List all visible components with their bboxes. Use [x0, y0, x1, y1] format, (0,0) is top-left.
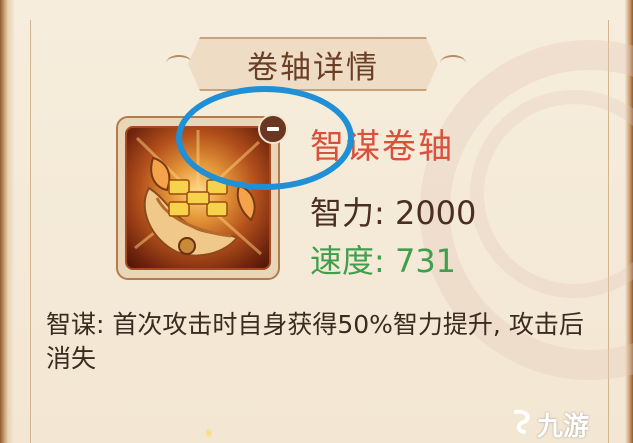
item-description: 智谋: 首次攻击时自身获得50%智力提升, 攻击后消失 — [46, 310, 584, 373]
panel-title: 卷轴详情 — [247, 49, 379, 86]
watermark-text: 九游 — [537, 412, 590, 442]
stat-speed: 速度: 731 — [310, 242, 457, 280]
sparkle-decoration — [206, 426, 212, 440]
scroll-detail-panel: 卷轴详情 智谋卷轴 智力: 2000 速度: 731 智谋: 首次攻击时自身获得… — [0, 0, 633, 443]
highlight-circle-annotation — [176, 86, 354, 190]
stat-intelligence: 智力: 2000 — [310, 194, 477, 232]
jiuyou-logo-icon — [514, 409, 530, 434]
title-ornament-left — [166, 55, 192, 71]
panel-frame-left — [0, 0, 14, 443]
title-banner: 卷轴详情 — [188, 37, 438, 91]
title-ornament-right — [440, 55, 466, 71]
